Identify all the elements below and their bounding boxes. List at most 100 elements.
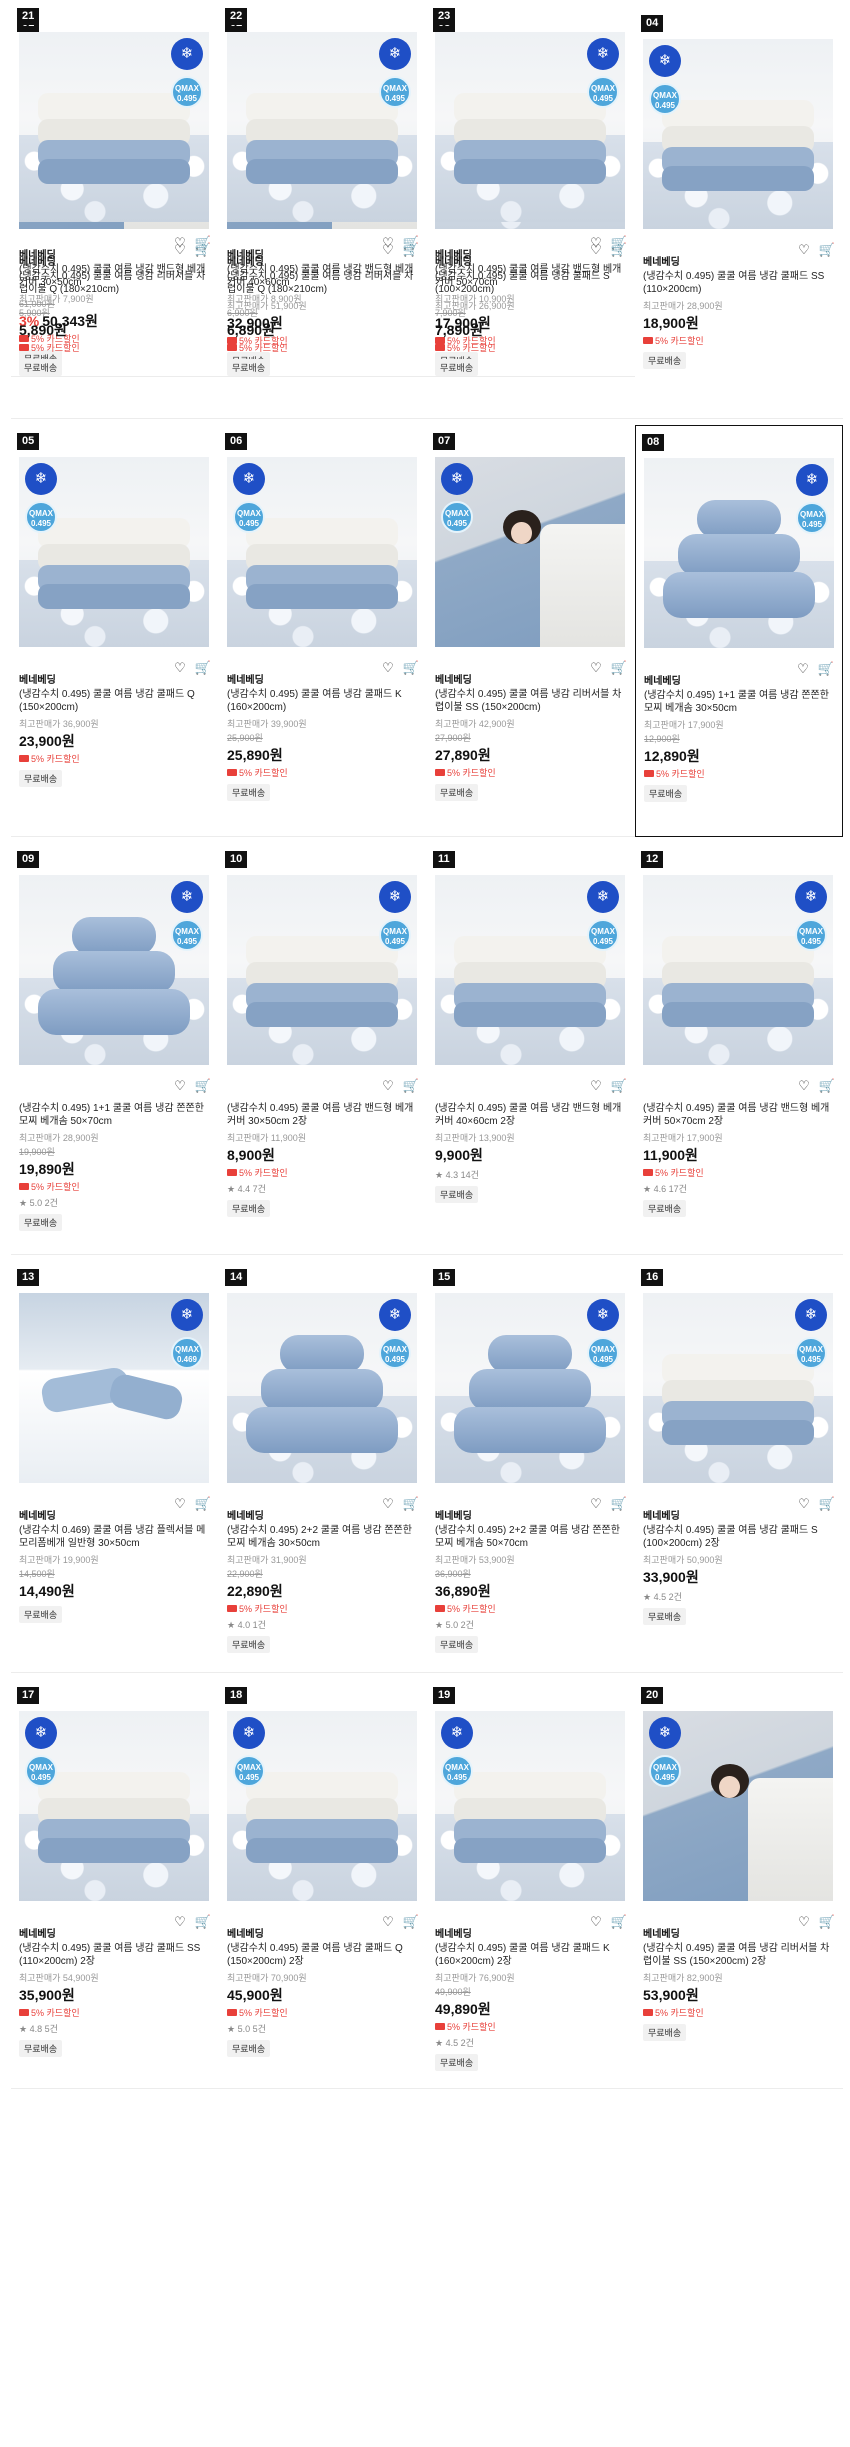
product-image[interactable]: ❄ QMAX0.495 [643, 1711, 833, 1901]
product-card[interactable]: 05 ❄ QMAX 0.495 ♡ 🛒 베네베딩 (냉감수치 0.495) 쿨쿨 여름 냉감 … [11, 425, 219, 837]
cart-icon[interactable]: 🛒 [403, 236, 419, 250]
heart-icon[interactable]: ♡ [382, 1079, 394, 1093]
product-name[interactable]: (냉감수치 0.495) 쿨쿨 여름 냉감 쿨패드 SS (110×200cm) [643, 270, 835, 296]
product-name[interactable]: (냉감수치 0.495) 1+1 쿨쿨 여름 냉감 쫀쫀한 모찌 베개솜 30×… [644, 689, 834, 715]
product-name[interactable]: (냉감수치 0.495) 쿨쿨 여름 냉감 리버서블 차렵이불 SS (150×… [435, 688, 627, 714]
cart-icon[interactable]: 🛒 [611, 1079, 627, 1093]
heart-icon[interactable]: ♡ [174, 1079, 186, 1093]
product-name[interactable]: (냉감수치 0.495) 쿨쿨 여름 냉감 리버서블 차렵이불 SS (150×… [643, 1942, 835, 1968]
product-name[interactable]: (냉감수치 0.495) 쿨쿨 여름 냉감 쿨패드 K (160×200cm) … [435, 1942, 627, 1968]
cart-icon[interactable]: 🛒 [819, 243, 835, 257]
product-image[interactable]: ❄ QMAX0.495 [19, 32, 209, 222]
product-card[interactable]: 06 ❄ QMAX 0.495 ♡ 🛒 베네베딩 (냉감수치 0.495) 쿨쿨 여름 냉감 … [219, 425, 427, 837]
product-card[interactable]: 07 ❄ QMAX 0.495 ♡ 🛒 베네베딩 (냉감수치 0.495) 쿨쿨 여름 냉감 … [427, 425, 635, 837]
cart-icon[interactable]: 🛒 [195, 1079, 211, 1093]
heart-icon[interactable]: ♡ [798, 1079, 810, 1093]
heart-icon[interactable]: ♡ [174, 236, 186, 250]
product-image[interactable]: ❄ QMAX0.495 [435, 875, 625, 1065]
heart-icon[interactable]: ♡ [590, 236, 602, 250]
product-image[interactable]: ❄ QMAX0.495 [227, 1293, 417, 1483]
product-image[interactable]: ❄ QMAX0.495 [643, 875, 833, 1065]
product-image[interactable]: ❄ QMAX0.495 [435, 32, 625, 222]
product-card[interactable]: 19 ❄ QMAX 0.495 ♡ 🛒 베네베딩 (냉감수치 0.495) 쿨쿨 여름 냉감 … [427, 1679, 635, 2089]
cart-icon[interactable]: 🛒 [818, 662, 834, 676]
heart-icon[interactable]: ♡ [798, 1915, 810, 1929]
heart-icon[interactable]: ♡ [382, 236, 394, 250]
product-name[interactable]: (냉감수치 0.495) 쿨쿨 여름 냉감 쿨패드 SS (110×200cm)… [19, 1942, 211, 1968]
product-card[interactable]: 23 ❄ QMAX 0.495 ♡ 🛒 베네베딩 (냉감수치 0.495) 쿨쿨 여름 냉감 … [427, 0, 635, 377]
heart-icon[interactable]: ♡ [590, 1915, 602, 1929]
product-name[interactable]: (냉감수치 0.495) 쿨쿨 여름 냉감 밴드형 베개커버 40×60cm 2… [435, 1102, 627, 1128]
heart-icon[interactable]: ♡ [798, 243, 810, 257]
product-card[interactable]: 15 ❄ QMAX 0.495 ♡ 🛒 베네베딩 (냉감수치 0.495) 2+2 쿨쿨 여름… [427, 1261, 635, 1673]
product-image[interactable]: ❄ QMAX0.495 [19, 457, 209, 647]
heart-icon[interactable]: ♡ [174, 661, 186, 675]
heart-icon[interactable]: ♡ [797, 662, 809, 676]
product-card[interactable]: 21 ❄ QMAX 0.495 ♡ 🛒 베네베딩 (냉감수치 0.495) 쿨쿨 여름 냉감 … [11, 0, 219, 377]
product-card[interactable]: 11 ❄ QMAX 0.495 ♡ 🛒 (냉감수치 0.495) 쿨쿨 여름 냉감 밴드형… [427, 843, 635, 1255]
heart-icon[interactable]: ♡ [174, 1915, 186, 1929]
heart-icon[interactable]: ♡ [382, 1915, 394, 1929]
product-name[interactable]: (냉감수치 0.495) 쿨쿨 여름 냉감 밴드형 베개커버 30×50cm 2… [227, 1102, 419, 1128]
product-card[interactable]: 13 ❄ QMAX 0.469 ♡ 🛒 베네베딩 (냉감수치 0.469) 쿨쿨 여름 냉감 … [11, 1261, 219, 1673]
product-name[interactable]: (냉감수치 0.495) 쿨쿨 여름 냉감 밴드형 베개커버 50×70cm [435, 263, 627, 289]
product-image[interactable]: ❄ QMAX0.495 [435, 1711, 625, 1901]
product-card[interactable]: 10 ❄ QMAX 0.495 ♡ 🛒 (냉감수치 0.495) 쿨쿨 여름 냉감 밴드형… [219, 843, 427, 1255]
cart-icon[interactable]: 🛒 [611, 1497, 627, 1511]
heart-icon[interactable]: ♡ [590, 1497, 602, 1511]
product-image[interactable]: ❄ QMAX 0.469 [19, 1293, 209, 1483]
product-image[interactable]: ❄ QMAX0.495 [19, 1711, 209, 1901]
cart-icon[interactable]: 🛒 [195, 1915, 211, 1929]
product-name[interactable]: (냉감수치 0.495) 쿨쿨 여름 냉감 밴드형 베개커버 40×60cm [227, 263, 419, 289]
cart-icon[interactable]: 🛒 [403, 661, 419, 675]
heart-icon[interactable]: ♡ [382, 661, 394, 675]
product-image[interactable]: ❄ QMAX0.495 [227, 457, 417, 647]
product-image[interactable]: ❄ QMAX0.495 [19, 875, 209, 1065]
product-name[interactable]: (냉감수치 0.495) 쿨쿨 여름 냉감 밴드형 베개커버 50×70cm 2… [643, 1102, 835, 1128]
product-card[interactable]: 22 ❄ QMAX 0.495 ♡ 🛒 베네베딩 (냉감수치 0.495) 쿨쿨 여름 냉감 … [219, 0, 427, 377]
product-card[interactable]: 04 ❄ QMAX 0.495 ♡ 🛒 베네베딩 (냉감수치 0.495) 쿨쿨 여름 냉감 … [635, 7, 843, 419]
cart-icon[interactable]: 🛒 [403, 1079, 419, 1093]
product-image[interactable]: ❄ QMAX0.495 [644, 458, 834, 648]
cart-icon[interactable]: 🛒 [611, 1915, 627, 1929]
cart-icon[interactable]: 🛒 [195, 236, 211, 250]
cart-icon[interactable]: 🛒 [611, 661, 627, 675]
heart-icon[interactable]: ♡ [590, 661, 602, 675]
cart-icon[interactable]: 🛒 [819, 1497, 835, 1511]
product-card[interactable]: 16 ❄ QMAX 0.495 ♡ 🛒 베네베딩 (냉감수치 0.495) 쿨쿨 여름 냉감 … [635, 1261, 843, 1673]
heart-icon[interactable]: ♡ [798, 1497, 810, 1511]
product-image[interactable]: ❄ QMAX0.495 [227, 875, 417, 1065]
product-card[interactable]: 12 ❄ QMAX 0.495 ♡ 🛒 (냉감수치 0.495) 쿨쿨 여름 냉감 밴드형… [635, 843, 843, 1255]
product-image[interactable]: ❄ QMAX0.495 [643, 1293, 833, 1483]
product-card[interactable]: 18 ❄ QMAX 0.495 ♡ 🛒 베네베딩 (냉감수치 0.495) 쿨쿨 여름 냉감 … [219, 1679, 427, 2089]
heart-icon[interactable]: ♡ [174, 1497, 186, 1511]
product-name[interactable]: (냉감수치 0.469) 쿨쿨 여름 냉감 플렉서블 메모리폼베개 일반형 30… [19, 1524, 211, 1550]
product-card[interactable]: 20 ❄ QMAX 0.495 ♡ 🛒 베네베딩 (냉감수치 0.495) 쿨쿨 여름 냉감 … [635, 1679, 843, 2089]
cart-icon[interactable]: 🛒 [195, 661, 211, 675]
cart-icon[interactable]: 🛒 [403, 1915, 419, 1929]
cart-icon[interactable]: 🛒 [819, 1915, 835, 1929]
product-name[interactable]: (냉감수치 0.495) 쿨쿨 여름 냉감 쿨패드 S (100×200cm) … [643, 1524, 835, 1550]
product-image[interactable]: ❄ QMAX0.495 [435, 457, 625, 647]
heart-icon[interactable]: ♡ [382, 1497, 394, 1511]
product-name[interactable]: (냉감수치 0.495) 2+2 쿨쿨 여름 냉감 쫀쫀한 모찌 베개솜 50×… [435, 1524, 627, 1550]
cart-icon[interactable]: 🛒 [403, 1497, 419, 1511]
product-name[interactable]: (냉감수치 0.495) 쿨쿨 여름 냉감 쿨패드 K (160×200cm) [227, 688, 419, 714]
product-card[interactable]: 09 ❄ QMAX 0.495 ♡ 🛒 (냉감수치 0.495) 1+1 쿨쿨 여름 냉감… [11, 843, 219, 1255]
product-name[interactable]: (냉감수치 0.495) 쿨쿨 여름 냉감 밴드형 베개커버 30×50cm [19, 263, 211, 289]
product-image[interactable]: ❄ QMAX0.495 [227, 32, 417, 222]
product-image[interactable]: ❄ QMAX0.495 [643, 39, 833, 229]
cart-icon[interactable]: 🛒 [195, 1497, 211, 1511]
product-name[interactable]: (냉감수치 0.495) 쿨쿨 여름 냉감 쿨패드 Q (150×200cm) … [227, 1942, 419, 1968]
product-name[interactable]: (냉감수치 0.495) 쿨쿨 여름 냉감 쿨패드 Q (150×200cm) [19, 688, 211, 714]
product-card[interactable]: 17 ❄ QMAX 0.495 ♡ 🛒 베네베딩 (냉감수치 0.495) 쿨쿨 여름 냉감 … [11, 1679, 219, 2089]
product-name[interactable]: (냉감수치 0.495) 2+2 쿨쿨 여름 냉감 쫀쫀한 모찌 베개솜 30×… [227, 1524, 419, 1550]
product-name[interactable]: (냉감수치 0.495) 1+1 쿨쿨 여름 냉감 쫀쫀한 모찌 베개솜 50×… [19, 1102, 211, 1128]
product-card[interactable]: 08 ❄ QMAX 0.495 ♡ 🛒 베네베딩 (냉감수치 0.495) 1+1 쿨쿨 여름… [635, 425, 843, 837]
cart-icon[interactable]: 🛒 [819, 1079, 835, 1093]
heart-icon[interactable]: ♡ [590, 1079, 602, 1093]
product-image[interactable]: ❄ QMAX0.495 [227, 1711, 417, 1901]
product-image[interactable]: ❄ QMAX0.495 [435, 1293, 625, 1483]
cart-icon[interactable]: 🛒 [611, 236, 627, 250]
product-card[interactable]: 14 ❄ QMAX 0.495 ♡ 🛒 베네베딩 (냉감수치 0.495) 2+2 쿨쿨 여름… [219, 1261, 427, 1673]
